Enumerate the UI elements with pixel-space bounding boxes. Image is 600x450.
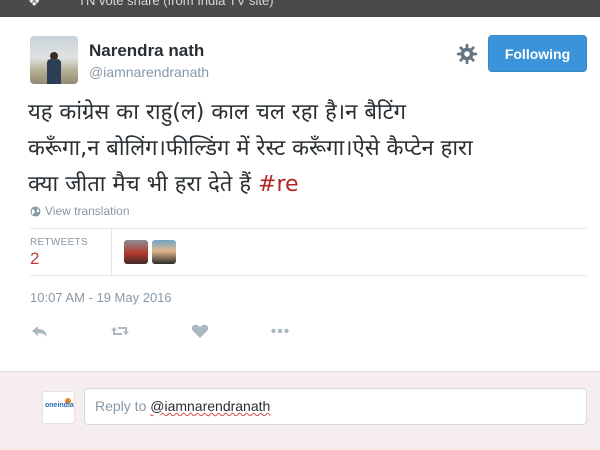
- bird-icon: ❖: [28, 0, 41, 10]
- more-icon[interactable]: [270, 321, 290, 341]
- reply-icon[interactable]: [30, 321, 50, 341]
- retweet-icon[interactable]: [110, 321, 130, 341]
- retweets-label: RETWEETS: [30, 237, 88, 248]
- header-caption: TN vote share (from India TV site): [78, 0, 274, 8]
- tweet-text-line: करूँगा,न बोलिंग।फील्डिंग में रेस्ट करूँग…: [28, 136, 473, 161]
- tweet-timestamp[interactable]: 10:07 AM - 19 May 2016: [30, 290, 172, 305]
- tweet-text-line: यह कांग्रेस का राहु(ल) काल चल रहा है।न ब…: [28, 100, 407, 125]
- reply-area: oneindia Reply to @iamnarendranath: [0, 371, 600, 450]
- gear-icon[interactable]: [456, 43, 478, 65]
- avatar-figure-body: [47, 59, 61, 84]
- tweet-stats: RETWEETS 2: [30, 228, 587, 276]
- retweets-stat[interactable]: RETWEETS 2: [30, 229, 112, 275]
- like-icon[interactable]: [190, 321, 210, 341]
- retweets-count: 2: [30, 249, 40, 268]
- tweet-text-line: क्या जीता मैच भी हरा देते हैं #re: [28, 167, 593, 203]
- retweeter-avatar[interactable]: [124, 240, 148, 264]
- reply-prefix: Reply to: [95, 398, 151, 414]
- logo-text: oneindia: [45, 402, 74, 409]
- tweet-text: यह कांग्रेस का राहु(ल) काल चल रहा है।न ब…: [28, 95, 593, 203]
- view-translation-label: View translation: [45, 204, 130, 218]
- reply-input[interactable]: Reply to @iamnarendranath: [84, 388, 587, 425]
- reply-mention: @iamnarendranath: [150, 398, 271, 414]
- author-name[interactable]: Narendra nath: [89, 41, 204, 61]
- header-caption-bar: ❖ TN vote share (from India TV site): [0, 0, 600, 17]
- oneindia-logo: oneindia: [42, 391, 75, 424]
- tweet-text-segment: क्या जीता मैच भी हरा देते हैं: [28, 172, 259, 197]
- hashtag-link[interactable]: #re: [258, 172, 299, 197]
- view-translation-link[interactable]: View translation: [30, 204, 130, 218]
- author-avatar[interactable]: [30, 36, 78, 84]
- following-button[interactable]: Following: [488, 35, 587, 72]
- retweeter-avatar[interactable]: [152, 240, 176, 264]
- globe-icon: [30, 205, 41, 217]
- author-handle[interactable]: @iamnarendranath: [89, 64, 209, 80]
- tweet-card: Narendra nath @iamnarendranath Following…: [0, 17, 600, 371]
